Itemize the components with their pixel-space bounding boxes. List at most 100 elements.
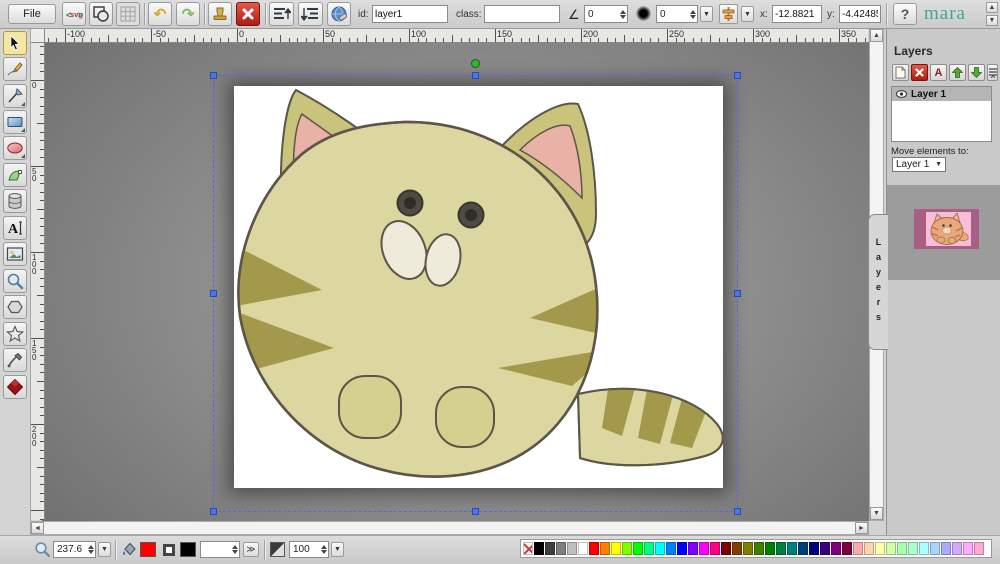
palette-swatch[interactable] xyxy=(908,542,918,555)
layer-visibility-eye-icon[interactable] xyxy=(896,90,907,98)
move-elements-select[interactable]: Layer 1 ▼ xyxy=(892,157,946,172)
stroke-color-swatch[interactable] xyxy=(180,542,196,557)
tool-pencil[interactable] xyxy=(3,57,27,81)
palette-swatch[interactable] xyxy=(699,542,709,555)
redo-button[interactable]: ↷ xyxy=(176,2,200,26)
palette-swatch[interactable] xyxy=(776,542,786,555)
palette-swatch[interactable] xyxy=(842,542,852,555)
delete-layer-button[interactable] xyxy=(911,64,928,81)
undo-button[interactable]: ↶ xyxy=(148,2,172,26)
palette-swatch[interactable] xyxy=(941,542,951,555)
align-top-button[interactable] xyxy=(269,2,294,26)
delete-button[interactable] xyxy=(236,2,260,26)
tool-line[interactable] xyxy=(3,84,27,108)
palette-swatch[interactable] xyxy=(622,542,632,555)
palette-swatch[interactable] xyxy=(611,542,621,555)
palette-swatch[interactable] xyxy=(875,542,885,555)
opacity-dropdown-button[interactable]: ▼ xyxy=(331,542,344,557)
palette-swatch[interactable] xyxy=(974,542,984,555)
svg-canvas[interactable] xyxy=(234,86,723,488)
zoom-stepper[interactable] xyxy=(86,542,95,557)
zoom-dropdown-button[interactable]: ▼ xyxy=(98,542,111,557)
palette-swatch[interactable] xyxy=(556,542,566,555)
rename-layer-button[interactable]: A xyxy=(930,64,947,81)
palette-swatch[interactable] xyxy=(952,542,962,555)
palette-swatch[interactable] xyxy=(798,542,808,555)
tool-eyedropper[interactable] xyxy=(3,348,27,372)
element-id-input[interactable] xyxy=(372,5,448,23)
palette-swatch[interactable] xyxy=(864,542,874,555)
palette-swatch[interactable] xyxy=(765,542,775,555)
angle-stepper[interactable] xyxy=(618,6,627,22)
palette-swatch[interactable] xyxy=(534,542,544,555)
wireframe-button[interactable] xyxy=(89,2,113,26)
x-coordinate-input[interactable] xyxy=(772,5,822,23)
blur-dropdown-button[interactable]: ▼ xyxy=(700,6,713,22)
scroll-up-button[interactable]: ▲ xyxy=(870,29,883,42)
align-dropdown-button[interactable]: ▼ xyxy=(741,6,754,22)
stroke-width-stepper[interactable] xyxy=(230,542,239,557)
palette-swatch[interactable] xyxy=(710,542,720,555)
clone-button[interactable] xyxy=(208,2,232,26)
palette-swatch[interactable] xyxy=(545,542,555,555)
palette-swatch[interactable] xyxy=(919,542,929,555)
zoom-spinner[interactable]: 237.6 xyxy=(53,541,96,558)
opacity-spinner[interactable]: 100 xyxy=(289,541,329,558)
palette-swatch[interactable] xyxy=(578,542,588,555)
palette-swatch[interactable] xyxy=(688,542,698,555)
source-editor-button[interactable]: < svg > xyxy=(62,2,86,26)
tool-polygon[interactable] xyxy=(3,295,27,319)
scroll-left-button[interactable]: ◄ xyxy=(31,522,44,534)
palette-swatch[interactable] xyxy=(732,542,742,555)
palette-swatch[interactable] xyxy=(886,542,896,555)
palette-swatch[interactable] xyxy=(754,542,764,555)
y-coordinate-input[interactable] xyxy=(839,5,881,23)
palette-swatch[interactable] xyxy=(633,542,643,555)
palette-swatch[interactable] xyxy=(677,542,687,555)
new-layer-button[interactable] xyxy=(892,64,909,81)
palette-swatch[interactable] xyxy=(666,542,676,555)
tool-rectangle[interactable] xyxy=(3,110,27,134)
palette-swatch[interactable] xyxy=(820,542,830,555)
help-button[interactable]: ? xyxy=(893,3,917,25)
palette-swatch[interactable] xyxy=(897,542,907,555)
tool-shape-library[interactable] xyxy=(3,189,27,213)
element-class-input[interactable] xyxy=(484,5,560,23)
palette-swatch[interactable] xyxy=(853,542,863,555)
tool-image[interactable] xyxy=(3,242,27,266)
asset-thumbnail[interactable] xyxy=(914,209,979,249)
tool-select[interactable] xyxy=(3,31,27,55)
tool-ellipse[interactable] xyxy=(3,136,27,160)
hyperlink-button[interactable] xyxy=(327,2,351,26)
palette-swatch-none[interactable] xyxy=(523,542,533,555)
scroll-down-button[interactable]: ▼ xyxy=(870,507,883,520)
tool-path[interactable] xyxy=(3,163,27,187)
palette-swatch[interactable] xyxy=(963,542,973,555)
palette-swatch[interactable] xyxy=(831,542,841,555)
stroke-style-button[interactable]: ≫ xyxy=(243,542,259,557)
layer-more-button[interactable] xyxy=(987,64,998,81)
toolbar-scroll-down-button[interactable]: ▼ xyxy=(986,15,998,26)
palette-swatch[interactable] xyxy=(743,542,753,555)
palette-swatch[interactable] xyxy=(787,542,797,555)
fill-color-swatch[interactable] xyxy=(140,542,156,557)
layer-row[interactable]: Layer 1 xyxy=(892,87,991,101)
move-layer-up-button[interactable] xyxy=(949,64,966,81)
stroke-width-spinner[interactable] xyxy=(200,541,240,558)
tool-mara-diamond[interactable] xyxy=(3,375,27,399)
blur-stepper[interactable] xyxy=(688,6,697,22)
palette-swatch[interactable] xyxy=(655,542,665,555)
toolbar-scroll-up-button[interactable]: ▲ xyxy=(986,2,998,13)
horizontal-scrollbar[interactable]: ◄ ► xyxy=(30,521,869,535)
tool-text[interactable]: A xyxy=(3,216,27,240)
move-layer-down-button[interactable] xyxy=(968,64,985,81)
layers-panel-toggle-tab[interactable]: Layers xyxy=(868,214,888,350)
palette-swatch[interactable] xyxy=(644,542,654,555)
angle-spinner[interactable]: 0 xyxy=(584,5,628,23)
align-relative-button[interactable] xyxy=(719,4,738,24)
palette-swatch[interactable] xyxy=(721,542,731,555)
palette-swatch[interactable] xyxy=(809,542,819,555)
palette-swatch[interactable] xyxy=(600,542,610,555)
palette-swatch[interactable] xyxy=(589,542,599,555)
align-bottom-button[interactable] xyxy=(298,2,323,26)
